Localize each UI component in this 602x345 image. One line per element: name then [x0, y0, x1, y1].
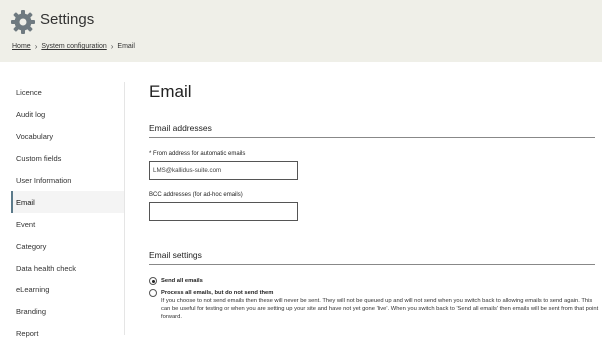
sidebar-item-audit-log[interactable]: Audit log: [11, 104, 124, 126]
sidebar-item-data-health-check[interactable]: Data health check: [11, 257, 124, 279]
send-all-emails-radio[interactable]: [149, 277, 157, 285]
process-no-send-radio[interactable]: [149, 289, 157, 297]
sidebar-item-licence[interactable]: Licence: [11, 82, 124, 104]
from-address-label: * From address for automatic emails: [149, 151, 246, 157]
sidebar-item-vocabulary[interactable]: Vocabulary: [11, 126, 124, 148]
sidebar-item-elearning[interactable]: eLearning: [11, 279, 124, 301]
bcc-address-input[interactable]: [149, 202, 298, 221]
process-no-send-label: Process all emails, but do not send them: [161, 290, 274, 296]
sidebar-item-branding[interactable]: Branding: [11, 301, 124, 323]
breadcrumb: Home › System configuration › Email: [12, 42, 135, 51]
process-no-send-description: If you choose to not send emails then th…: [161, 298, 599, 320]
breadcrumb-home-link[interactable]: Home: [12, 43, 31, 50]
from-address-input[interactable]: LMS@kallidus-suite.com: [149, 161, 298, 180]
send-all-emails-label: Send all emails: [161, 278, 203, 284]
sidebar-divider: [124, 82, 125, 335]
sidebar-item-custom-fields[interactable]: Custom fields: [11, 148, 124, 170]
page-header: Settings Home › System configuration › E…: [0, 0, 602, 62]
breadcrumb-separator-icon: ›: [34, 42, 38, 51]
sidebar-item-email[interactable]: Email: [11, 191, 124, 214]
sidebar-item-event[interactable]: Event: [11, 213, 124, 235]
sidebar-nav: Licence Audit log Vocabulary Custom fiel…: [11, 82, 124, 345]
email-settings-heading: Email settings: [149, 250, 202, 260]
page-header-title: Settings: [40, 11, 95, 28]
breadcrumb-current: Email: [117, 43, 135, 50]
breadcrumb-system-configuration-link[interactable]: System configuration: [41, 43, 106, 50]
page-title: Email: [149, 82, 192, 101]
email-addresses-heading: Email addresses: [149, 123, 212, 133]
gear-icon: [11, 10, 35, 34]
bcc-address-label: BCC addresses (for ad-hoc emails): [149, 192, 243, 198]
process-no-send-option[interactable]: Process all emails, but do not send them…: [149, 289, 601, 321]
sidebar-item-category[interactable]: Category: [11, 235, 124, 257]
sidebar-item-user-information[interactable]: User Information: [11, 170, 124, 192]
sidebar-item-report[interactable]: Report: [11, 323, 124, 345]
section-divider: [149, 264, 595, 265]
breadcrumb-separator-icon: ›: [110, 42, 114, 51]
section-divider: [149, 137, 595, 138]
send-all-emails-option[interactable]: Send all emails: [149, 277, 203, 285]
